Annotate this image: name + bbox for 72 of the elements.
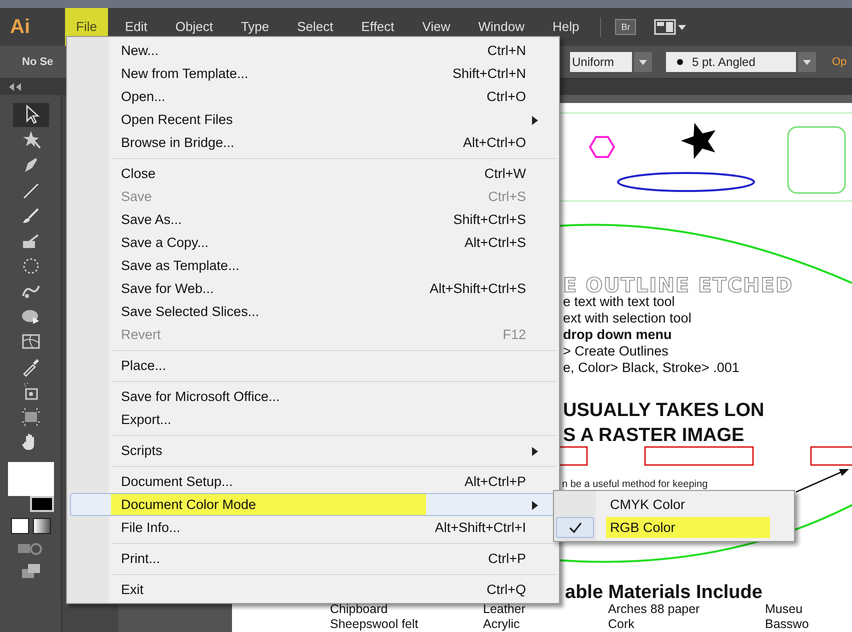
stroke-swatch[interactable] <box>30 496 54 512</box>
material-text: Cork <box>608 617 634 631</box>
menu-item[interactable]: Save as Template... <box>70 254 556 277</box>
menu-item[interactable]: New from Template... Shift+Ctrl+N <box>70 62 556 85</box>
material-text: Arches 88 paper <box>608 602 700 616</box>
material-text: Leather <box>483 602 526 616</box>
menu-item[interactable]: File Info... Alt+Shift+Ctrl+I <box>70 516 556 539</box>
shortcut-text: Shift+Ctrl+N <box>452 66 526 81</box>
instruction-text: e text with text tool <box>563 294 675 309</box>
instruction-text: drop down menu <box>563 327 672 342</box>
shortcut-text: Alt+Shift+Ctrl+S <box>430 281 526 296</box>
workspace-icon[interactable] <box>654 18 688 36</box>
instruction-text: > Create Outlines <box>563 344 668 358</box>
note-text: n be a useful method for keeping <box>562 479 708 490</box>
menu-item[interactable]: Browse in Bridge... Alt+Ctrl+O <box>70 131 556 154</box>
menu-item[interactable]: Document Setup... Alt+Ctrl+P <box>70 470 556 493</box>
menu-item[interactable]: Save for Microsoft Office... <box>70 385 556 408</box>
shortcut-text: Ctrl+S <box>488 189 526 204</box>
checkmark-icon <box>568 522 582 534</box>
menu-item[interactable]: CMYK Color <box>556 493 792 516</box>
shortcut-text: Alt+Ctrl+P <box>464 474 526 489</box>
bridge-button[interactable]: Br <box>615 19 636 35</box>
rounded-rect-shape <box>787 126 846 194</box>
instruction-text: e, Color> Black, Stroke> .001 <box>563 360 740 375</box>
materials-heading: able Materials Include <box>565 582 762 603</box>
material-text: Museu <box>765 602 803 616</box>
gradient-mode-button[interactable] <box>32 518 50 534</box>
shortcut-text: Ctrl+N <box>487 43 526 58</box>
instruction-text: ext with selection tool <box>563 310 692 326</box>
shortcut-text: Ctrl+W <box>484 166 526 181</box>
shortcut-text: Alt+Ctrl+O <box>462 135 526 150</box>
app-logo: Ai <box>9 16 31 38</box>
shortcut-text: Alt+Ctrl+S <box>464 235 526 250</box>
headline-text: USUALLY TAKES LON <box>563 400 764 421</box>
brush-dropdown[interactable]: 5 pt. Angled <box>666 52 796 72</box>
selection-label: No Se <box>22 56 54 68</box>
menu-item[interactable]: Export... <box>70 408 556 431</box>
menu-item[interactable]: Close Ctrl+W <box>70 162 556 185</box>
brush-dot-icon <box>676 58 684 66</box>
shortcut-text: Shift+Ctrl+S <box>453 212 526 227</box>
menu-item[interactable]: Save for Web... Alt+Shift+Ctrl+S <box>70 277 556 300</box>
menu-item[interactable]: Print... Ctrl+P <box>70 547 556 570</box>
collapse-icon[interactable] <box>8 83 22 91</box>
menu-item[interactable]: Save a Copy... Alt+Ctrl+S <box>70 231 556 254</box>
menu-item[interactable]: Save Selected Slices... <box>70 300 556 323</box>
shortcut-text: Ctrl+O <box>486 89 526 104</box>
menu-item[interactable]: Document Color Mode <box>70 493 556 516</box>
material-text: Acrylic <box>483 617 520 631</box>
shortcut-text: F12 <box>502 327 526 342</box>
star-shape <box>681 122 716 159</box>
opacity-link[interactable]: Op <box>832 56 852 68</box>
dropdown-caret-icon[interactable] <box>634 52 652 72</box>
color-mode-button[interactable] <box>10 518 28 534</box>
shortcut-text: Alt+Shift+Ctrl+I <box>434 520 526 535</box>
shortcut-text: Ctrl+Q <box>486 582 526 597</box>
outlined-heading: E OUTLINE ETCHED <box>563 273 794 297</box>
profile-dropdown[interactable]: Uniform <box>570 52 632 72</box>
material-text: Basswo <box>765 617 809 631</box>
dropdown-caret-icon[interactable] <box>798 52 816 72</box>
shortcut-text: Ctrl+P <box>488 551 526 566</box>
hexagon-shape <box>588 136 616 158</box>
fill-swatch[interactable] <box>8 462 54 496</box>
menu-item[interactable]: Exit Ctrl+Q <box>70 578 556 601</box>
menu-item[interactable]: Scripts <box>70 439 556 462</box>
menu-item[interactable]: Save As... Shift+Ctrl+S <box>70 208 556 231</box>
menu-item[interactable]: Open Recent Files <box>70 108 556 131</box>
arrow-line <box>796 469 849 493</box>
headline-text: S A RASTER IMAGE <box>563 425 744 446</box>
menu-item[interactable]: Open... Ctrl+O <box>70 85 556 108</box>
material-text: Chipboard <box>330 602 388 616</box>
material-text: Sheepswool felt <box>330 617 418 631</box>
menu-item[interactable]: Place... <box>70 354 556 377</box>
